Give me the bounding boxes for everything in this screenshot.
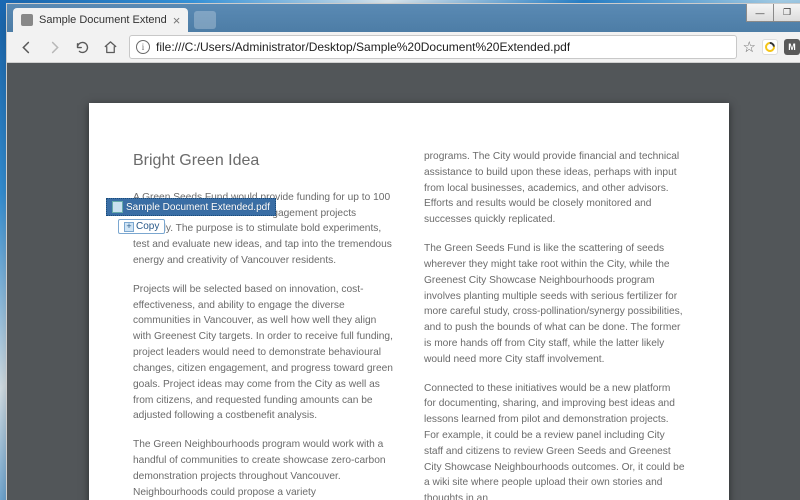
home-icon (103, 40, 118, 55)
tab-strip: Sample Document Extend × — ❐ ✕ (7, 4, 800, 32)
paragraph: programs. The City would provide financi… (424, 149, 685, 228)
window-controls: — ❐ ✕ (747, 4, 800, 22)
drag-overlay: Sample Document Extended.pdf + Copy (106, 198, 276, 234)
extension-icon-2[interactable]: M (784, 39, 800, 55)
desktop-background: Sample Document Extend × — ❐ ✕ (0, 0, 800, 500)
browser-toolbar: i file:///C:/Users/Administrator/Desktop… (7, 32, 800, 63)
drag-filename: Sample Document Extended.pdf (126, 202, 270, 213)
site-info-icon[interactable]: i (136, 40, 150, 54)
forward-button[interactable] (41, 34, 67, 60)
browser-tab[interactable]: Sample Document Extend × (13, 8, 188, 32)
arrow-right-icon (47, 40, 62, 55)
tab-close-icon[interactable]: × (173, 14, 181, 27)
toolbar-actions: ☆ M ⋮ (743, 38, 800, 56)
tab-title: Sample Document Extend (39, 14, 167, 26)
browser-window: Sample Document Extend × — ❐ ✕ (6, 3, 800, 500)
pdf-viewport[interactable]: Bright Green Idea A Green Seeds Fund wou… (7, 63, 800, 500)
drag-action-hint: + Copy (118, 219, 165, 234)
bookmark-star-icon[interactable]: ☆ (743, 38, 756, 56)
new-tab-button[interactable] (194, 11, 216, 29)
extension-icon-1[interactable] (762, 39, 778, 55)
window-maximize-button[interactable]: ❐ (773, 4, 800, 22)
back-button[interactable] (13, 34, 39, 60)
drag-action-label: Copy (136, 221, 159, 232)
paragraph: The Green Neighbourhoods program would w… (133, 437, 394, 500)
url-text: file:///C:/Users/Administrator/Desktop/S… (156, 40, 570, 54)
paragraph: Projects will be selected based on innov… (133, 282, 394, 424)
plus-icon: + (124, 222, 134, 232)
paragraph: The Green Seeds Fund is like the scatter… (424, 241, 685, 368)
arrow-left-icon (19, 40, 34, 55)
tab-favicon (21, 14, 33, 26)
reload-button[interactable] (69, 34, 95, 60)
address-bar[interactable]: i file:///C:/Users/Administrator/Desktop… (129, 35, 737, 59)
reload-icon (75, 40, 90, 55)
paragraph: Connected to these initiatives would be … (424, 381, 685, 500)
pdf-page: Bright Green Idea A Green Seeds Fund wou… (89, 103, 729, 500)
document-title: Bright Green Idea (133, 149, 394, 174)
window-minimize-button[interactable]: — (746, 4, 774, 22)
file-icon (112, 201, 123, 213)
home-button[interactable] (97, 34, 123, 60)
drag-file-chip: Sample Document Extended.pdf (106, 198, 276, 216)
